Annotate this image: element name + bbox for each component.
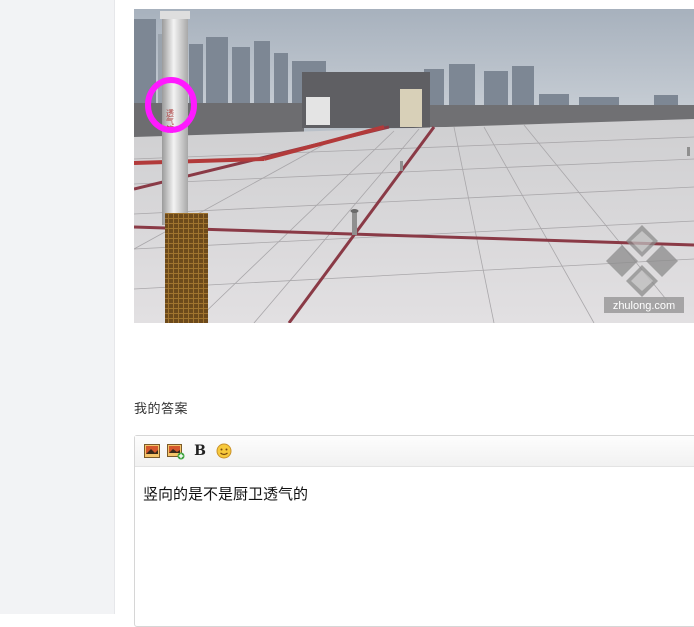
question-photo[interactable]: 透气管 zhulong.com	[134, 9, 694, 323]
watermark-text: zhulong.com	[613, 300, 675, 312]
insert-image-icon[interactable]	[143, 442, 161, 460]
editor-toolbar: B	[135, 436, 694, 467]
emoji-icon[interactable]	[215, 442, 233, 460]
upload-image-icon[interactable]	[167, 442, 185, 460]
left-sidebar	[0, 0, 115, 614]
editor-content[interactable]: 竖向的是不是厨卫透气的	[135, 467, 694, 504]
my-answer-label: 我的答案	[134, 402, 189, 417]
answer-editor[interactable]: B 竖向的是不是厨卫透气的	[134, 435, 694, 627]
rooftop-photo: 透气管 zhulong.com	[134, 9, 694, 323]
bold-button[interactable]: B	[191, 442, 209, 460]
